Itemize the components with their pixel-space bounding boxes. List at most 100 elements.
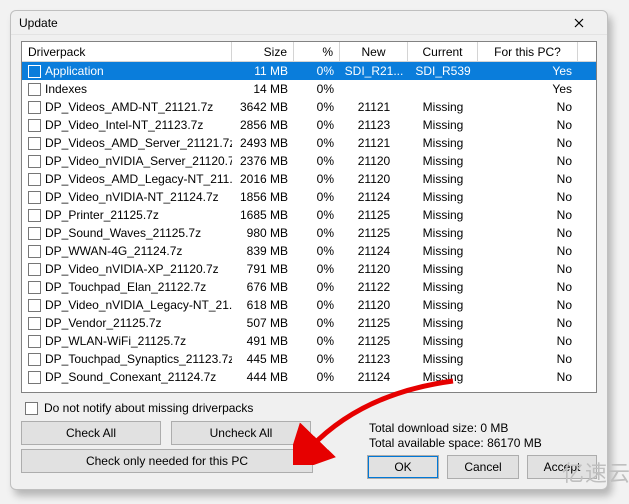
close-button[interactable] (559, 11, 599, 34)
col-driverpack[interactable]: Driverpack (22, 42, 232, 61)
driverpack-grid[interactable]: Driverpack Size % New Current For this P… (21, 41, 597, 393)
table-row[interactable]: DP_Video_nVIDIA_Server_21120.7z2376 MB0%… (22, 152, 596, 170)
row-checkbox[interactable] (28, 173, 41, 186)
uncheck-all-button[interactable]: Uncheck All (171, 421, 311, 445)
row-current: Missing (408, 370, 478, 384)
row-new: 21125 (340, 208, 408, 222)
row-size: 618 MB (232, 298, 294, 312)
update-dialog: Update Driverpack Size % New Current For… (10, 10, 608, 490)
notify-row: Do not notify about missing driverpacks (21, 399, 597, 421)
accept-button[interactable]: Accept (527, 455, 597, 479)
row-new: 21125 (340, 316, 408, 330)
stats: Total download size: 0 MB Total availabl… (367, 421, 542, 455)
row-current: Missing (408, 334, 478, 348)
table-row[interactable]: Application11 MB0%SDI_R21...SDI_R539Yes (22, 62, 596, 80)
row-checkbox[interactable] (28, 335, 41, 348)
row-current: Missing (408, 190, 478, 204)
table-row[interactable]: DP_Touchpad_Synaptics_21123.7z445 MB0%21… (22, 350, 596, 368)
col-percent[interactable]: % (294, 42, 340, 61)
row-checkbox[interactable] (28, 353, 41, 366)
row-checkbox[interactable] (28, 191, 41, 204)
table-row[interactable]: Indexes14 MB0%Yes (22, 80, 596, 98)
row-size: 2493 MB (232, 136, 294, 150)
row-size: 791 MB (232, 262, 294, 276)
row-checkbox[interactable] (28, 371, 41, 384)
row-name: DP_Videos_AMD_Server_21121.7z (45, 136, 232, 150)
row-percent: 0% (294, 118, 340, 132)
table-row[interactable]: DP_Video_nVIDIA-XP_21120.7z791 MB0%21120… (22, 260, 596, 278)
row-checkbox[interactable] (28, 299, 41, 312)
row-percent: 0% (294, 100, 340, 114)
row-size: 507 MB (232, 316, 294, 330)
row-percent: 0% (294, 136, 340, 150)
ok-button[interactable]: OK (367, 455, 439, 479)
table-row[interactable]: DP_Printer_21125.7z1685 MB0%21125Missing… (22, 206, 596, 224)
row-new: 21125 (340, 334, 408, 348)
row-name: DP_WLAN-WiFi_21125.7z (45, 334, 186, 348)
col-new[interactable]: New (340, 42, 408, 61)
table-row[interactable]: DP_Videos_AMD_Legacy-NT_211...2016 MB0%2… (22, 170, 596, 188)
row-checkbox[interactable] (28, 281, 41, 294)
row-name: DP_WWAN-4G_21124.7z (45, 244, 182, 258)
row-checkbox[interactable] (28, 263, 41, 276)
row-size: 676 MB (232, 280, 294, 294)
row-checkbox[interactable] (28, 227, 41, 240)
row-pc: No (478, 298, 578, 312)
row-current: Missing (408, 244, 478, 258)
left-buttons: Check All Uncheck All Check only needed … (21, 421, 313, 473)
table-row[interactable]: DP_Vendor_21125.7z507 MB0%21125MissingNo (22, 314, 596, 332)
row-pc: No (478, 262, 578, 276)
row-percent: 0% (294, 316, 340, 330)
row-checkbox[interactable] (28, 317, 41, 330)
row-pc: No (478, 352, 578, 366)
row-pc: No (478, 100, 578, 114)
table-row[interactable]: DP_WWAN-4G_21124.7z839 MB0%21124MissingN… (22, 242, 596, 260)
total-space: Total available space: 86170 MB (369, 436, 542, 451)
col-forthispc[interactable]: For this PC? (478, 42, 578, 61)
row-current: Missing (408, 352, 478, 366)
table-row[interactable]: DP_Video_Intel-NT_21123.7z2856 MB0%21123… (22, 116, 596, 134)
row-pc: Yes (478, 64, 578, 78)
check-all-button[interactable]: Check All (21, 421, 161, 445)
table-row[interactable]: DP_Videos_AMD-NT_21121.7z3642 MB0%21121M… (22, 98, 596, 116)
row-name: DP_Touchpad_Elan_21122.7z (45, 280, 206, 294)
row-checkbox[interactable] (28, 209, 41, 222)
table-row[interactable]: DP_Video_nVIDIA_Legacy-NT_21...618 MB0%2… (22, 296, 596, 314)
button-row: Check All Uncheck All Check only needed … (21, 421, 597, 479)
notify-checkbox[interactable] (25, 402, 38, 415)
table-row[interactable]: DP_Sound_Conexant_21124.7z444 MB0%21124M… (22, 368, 596, 386)
cancel-button[interactable]: Cancel (447, 455, 519, 479)
row-pc: No (478, 244, 578, 258)
row-checkbox[interactable] (28, 137, 41, 150)
row-checkbox[interactable] (28, 65, 41, 78)
table-row[interactable]: DP_WLAN-WiFi_21125.7z491 MB0%21125Missin… (22, 332, 596, 350)
row-current: Missing (408, 172, 478, 186)
notify-label: Do not notify about missing driverpacks (44, 401, 253, 415)
row-percent: 0% (294, 64, 340, 78)
col-current[interactable]: Current (408, 42, 478, 61)
table-row[interactable]: DP_Videos_AMD_Server_21121.7z2493 MB0%21… (22, 134, 596, 152)
grid-body[interactable]: Application11 MB0%SDI_R21...SDI_R539YesI… (22, 62, 596, 392)
row-size: 444 MB (232, 370, 294, 384)
row-checkbox[interactable] (28, 101, 41, 114)
table-row[interactable]: DP_Sound_Waves_21125.7z980 MB0%21125Miss… (22, 224, 596, 242)
table-row[interactable]: DP_Video_nVIDIA-NT_21124.7z1856 MB0%2112… (22, 188, 596, 206)
right-block: Total download size: 0 MB Total availabl… (367, 421, 597, 479)
row-checkbox[interactable] (28, 155, 41, 168)
row-new: 21124 (340, 190, 408, 204)
row-name: DP_Videos_AMD-NT_21121.7z (45, 100, 213, 114)
row-new: 21121 (340, 136, 408, 150)
row-new: 21121 (340, 100, 408, 114)
row-percent: 0% (294, 154, 340, 168)
row-pc: No (478, 190, 578, 204)
dialog-content: Driverpack Size % New Current For this P… (11, 35, 607, 489)
table-row[interactable]: DP_Touchpad_Elan_21122.7z676 MB0%21122Mi… (22, 278, 596, 296)
col-size[interactable]: Size (232, 42, 294, 61)
row-checkbox[interactable] (28, 119, 41, 132)
row-checkbox[interactable] (28, 245, 41, 258)
check-needed-button[interactable]: Check only needed for this PC (21, 449, 313, 473)
row-current: Missing (408, 226, 478, 240)
row-name: DP_Sound_Conexant_21124.7z (45, 370, 216, 384)
window-title: Update (19, 16, 559, 30)
row-checkbox[interactable] (28, 83, 41, 96)
